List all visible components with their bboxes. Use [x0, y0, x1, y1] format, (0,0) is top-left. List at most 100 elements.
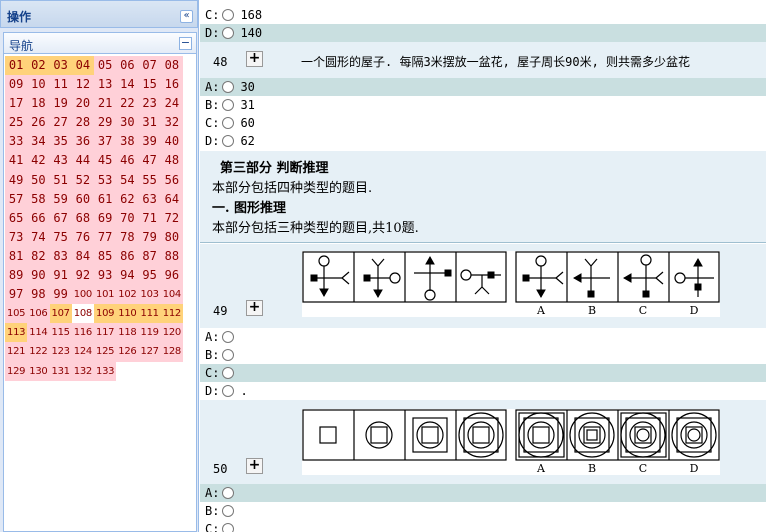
nav-collapse-icon[interactable]: − — [179, 37, 192, 50]
question-link[interactable]: 36 — [71, 132, 94, 152]
question-link[interactable]: 119 — [138, 323, 161, 343]
radio-button[interactable] — [222, 385, 235, 397]
question-link[interactable]: 101 — [94, 285, 117, 305]
add-note-button[interactable]: + — [246, 51, 263, 67]
question-link[interactable]: 107 — [49, 304, 72, 324]
question-link[interactable]: 83 — [49, 246, 72, 267]
question-link[interactable]: 13 — [94, 75, 117, 95]
question-link[interactable]: 100 — [71, 285, 94, 305]
option-row[interactable]: D: 62 — [200, 132, 766, 150]
question-link[interactable]: 126 — [116, 342, 139, 362]
question-link[interactable]: 128 — [160, 342, 183, 362]
question-link[interactable]: 89 — [5, 266, 28, 286]
option-row[interactable]: D:. — [200, 382, 766, 400]
question-link[interactable]: 130 — [27, 361, 50, 381]
add-note-button[interactable]: + — [246, 300, 263, 316]
question-link[interactable]: 52 — [71, 170, 94, 190]
question-link[interactable]: 69 — [94, 208, 117, 228]
question-link[interactable]: 27 — [49, 113, 72, 133]
question-link[interactable]: 61 — [94, 189, 117, 209]
question-link[interactable]: 49 — [5, 170, 28, 190]
option-row[interactable]: A: — [200, 328, 766, 346]
question-link[interactable]: 80 — [160, 227, 183, 247]
question-link[interactable]: 08 — [160, 56, 183, 76]
question-link[interactable]: 131 — [49, 361, 72, 381]
question-link[interactable]: 120 — [160, 323, 183, 343]
question-link[interactable]: 37 — [94, 132, 117, 152]
option-row[interactable]: B: — [200, 346, 766, 364]
option-row[interactable]: C: — [200, 520, 766, 532]
question-link[interactable]: 70 — [116, 208, 139, 228]
radio-button[interactable] — [222, 99, 235, 111]
question-link[interactable]: 123 — [49, 342, 72, 362]
question-link[interactable]: 91 — [49, 266, 72, 286]
question-link[interactable]: 53 — [94, 170, 117, 190]
question-link[interactable]: 112 — [160, 304, 183, 324]
question-link[interactable]: 78 — [116, 227, 139, 247]
question-link[interactable]: 88 — [160, 246, 183, 267]
question-link[interactable]: 14 — [116, 75, 139, 95]
question-link[interactable]: 20 — [71, 94, 94, 114]
radio-button[interactable] — [222, 487, 235, 499]
question-link[interactable]: 96 — [160, 266, 183, 286]
question-link[interactable]: 55 — [138, 170, 161, 190]
question-link[interactable]: 48 — [160, 151, 183, 171]
question-link[interactable]: 124 — [71, 342, 94, 362]
question-link[interactable]: 35 — [49, 132, 72, 152]
question-link[interactable]: 108 — [71, 304, 94, 324]
question-link[interactable]: 73 — [5, 227, 28, 247]
question-link[interactable]: 121 — [5, 342, 28, 362]
question-link[interactable]: 07 — [138, 56, 161, 76]
question-link[interactable]: 86 — [116, 246, 139, 267]
question-link[interactable]: 68 — [71, 208, 94, 228]
question-link[interactable]: 33 — [5, 132, 28, 152]
radio-button[interactable] — [222, 135, 235, 147]
radio-button[interactable] — [222, 117, 235, 129]
question-link[interactable]: 26 — [27, 113, 50, 133]
question-link[interactable]: 65 — [5, 208, 28, 228]
question-link[interactable]: 106 — [27, 304, 50, 324]
question-link[interactable]: 97 — [5, 285, 28, 305]
question-link[interactable]: 22 — [116, 94, 139, 114]
question-link[interactable]: 75 — [49, 227, 72, 247]
question-link[interactable]: 56 — [160, 170, 183, 190]
question-link[interactable]: 23 — [138, 94, 161, 114]
question-link[interactable]: 95 — [138, 266, 161, 286]
question-link[interactable]: 117 — [94, 323, 117, 343]
question-link[interactable]: 63 — [138, 189, 161, 209]
question-link[interactable]: 09 — [5, 75, 28, 95]
option-row[interactable]: C: 60 — [200, 114, 766, 132]
question-link[interactable]: 04 — [71, 56, 94, 76]
question-link[interactable]: 116 — [71, 323, 94, 343]
question-link[interactable]: 40 — [160, 132, 183, 152]
question-link[interactable]: 15 — [138, 75, 161, 95]
question-link[interactable]: 129 — [5, 361, 28, 381]
radio-button[interactable] — [222, 523, 235, 532]
question-link[interactable]: 77 — [94, 227, 117, 247]
question-link[interactable]: 85 — [94, 246, 117, 267]
radio-button[interactable] — [222, 367, 235, 379]
question-link[interactable]: 92 — [71, 266, 94, 286]
question-link[interactable]: 38 — [116, 132, 139, 152]
question-link[interactable]: 16 — [160, 75, 183, 95]
question-link[interactable]: 67 — [49, 208, 72, 228]
question-link[interactable]: 47 — [138, 151, 161, 171]
question-link[interactable]: 30 — [116, 113, 139, 133]
question-link[interactable]: 03 — [49, 56, 72, 76]
question-link[interactable]: 113 — [5, 323, 28, 343]
question-link[interactable]: 90 — [27, 266, 50, 286]
question-link[interactable]: 57 — [5, 189, 28, 209]
question-link[interactable]: 24 — [160, 94, 183, 114]
radio-button[interactable] — [222, 331, 235, 343]
question-link[interactable]: 06 — [116, 56, 139, 76]
question-link[interactable]: 19 — [49, 94, 72, 114]
question-link[interactable]: 84 — [71, 246, 94, 267]
option-row[interactable]: C: — [200, 364, 766, 382]
question-link[interactable]: 46 — [116, 151, 139, 171]
question-link[interactable]: 05 — [94, 56, 117, 76]
question-link[interactable]: 25 — [5, 113, 28, 133]
question-link[interactable]: 31 — [138, 113, 161, 133]
option-row[interactable]: B: — [200, 502, 766, 520]
question-link[interactable]: 62 — [116, 189, 139, 209]
question-link[interactable]: 58 — [27, 189, 50, 209]
